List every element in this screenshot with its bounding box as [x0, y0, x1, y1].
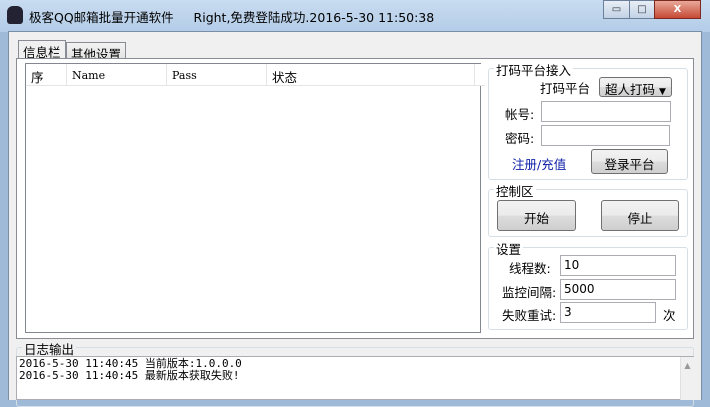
- column-header-index[interactable]: 序: [26, 64, 67, 86]
- retry-label: 失败重试:: [502, 308, 557, 323]
- account-label: 帐号:: [505, 107, 535, 122]
- app-icon: [7, 6, 23, 24]
- account-list[interactable]: 序 Name Pass 状态: [25, 63, 485, 333]
- tab-other-settings[interactable]: 其他设置: [66, 42, 127, 62]
- tab-info[interactable]: 信息栏: [18, 40, 66, 60]
- password-label: 密码:: [505, 131, 535, 146]
- close-button[interactable]: X: [654, 0, 701, 19]
- retry-unit: 次: [663, 308, 676, 323]
- threads-input[interactable]: 10: [560, 255, 676, 276]
- log-scrollbar[interactable]: ▲: [680, 357, 694, 400]
- minimize-button[interactable]: ▭: [603, 0, 630, 19]
- column-header-name[interactable]: Name: [67, 64, 167, 86]
- control-group-label: 控制区: [494, 181, 536, 200]
- platform-label: 打码平台: [540, 81, 591, 96]
- chevron-down-icon: ▼: [659, 87, 666, 97]
- window-title: 极客QQ邮箱批量开通软件 Right,免费登陆成功.2016-5-30 11:5…: [29, 10, 435, 25]
- log-output[interactable]: 2016-5-30 11:40:45 当前版本:1.0.0.0 2016-5-30…: [16, 356, 694, 400]
- retry-input[interactable]: 3: [560, 302, 656, 323]
- scroll-up-icon[interactable]: ▲: [684, 361, 690, 370]
- column-header-pass[interactable]: Pass: [167, 64, 267, 86]
- maximize-button[interactable]: □: [629, 0, 655, 19]
- column-header-status[interactable]: 状态: [267, 64, 475, 86]
- interval-input[interactable]: 5000: [560, 279, 676, 300]
- log-line: 2016-5-30 11:40:45 最新版本获取失败!: [19, 369, 240, 382]
- platform-value: 超人打码: [605, 82, 656, 97]
- threads-label: 线程数:: [509, 261, 551, 276]
- password-input[interactable]: [541, 125, 670, 146]
- account-input[interactable]: [541, 101, 671, 122]
- start-button[interactable]: 开始: [497, 200, 576, 231]
- platform-select[interactable]: 超人打码 ▼: [599, 77, 672, 97]
- login-platform-button[interactable]: 登录平台: [591, 149, 668, 174]
- register-link[interactable]: 注册/充值: [512, 154, 566, 173]
- column-header-filler: [475, 64, 485, 86]
- captcha-group-label: 打码平台接入: [494, 60, 574, 79]
- title-bar[interactable]: 极客QQ邮箱批量开通软件 Right,免费登陆成功.2016-5-30 11:5…: [0, 0, 710, 32]
- interval-label: 监控间隔:: [502, 285, 557, 300]
- settings-group-label: 设置: [494, 239, 524, 258]
- stop-button[interactable]: 停止: [601, 200, 679, 231]
